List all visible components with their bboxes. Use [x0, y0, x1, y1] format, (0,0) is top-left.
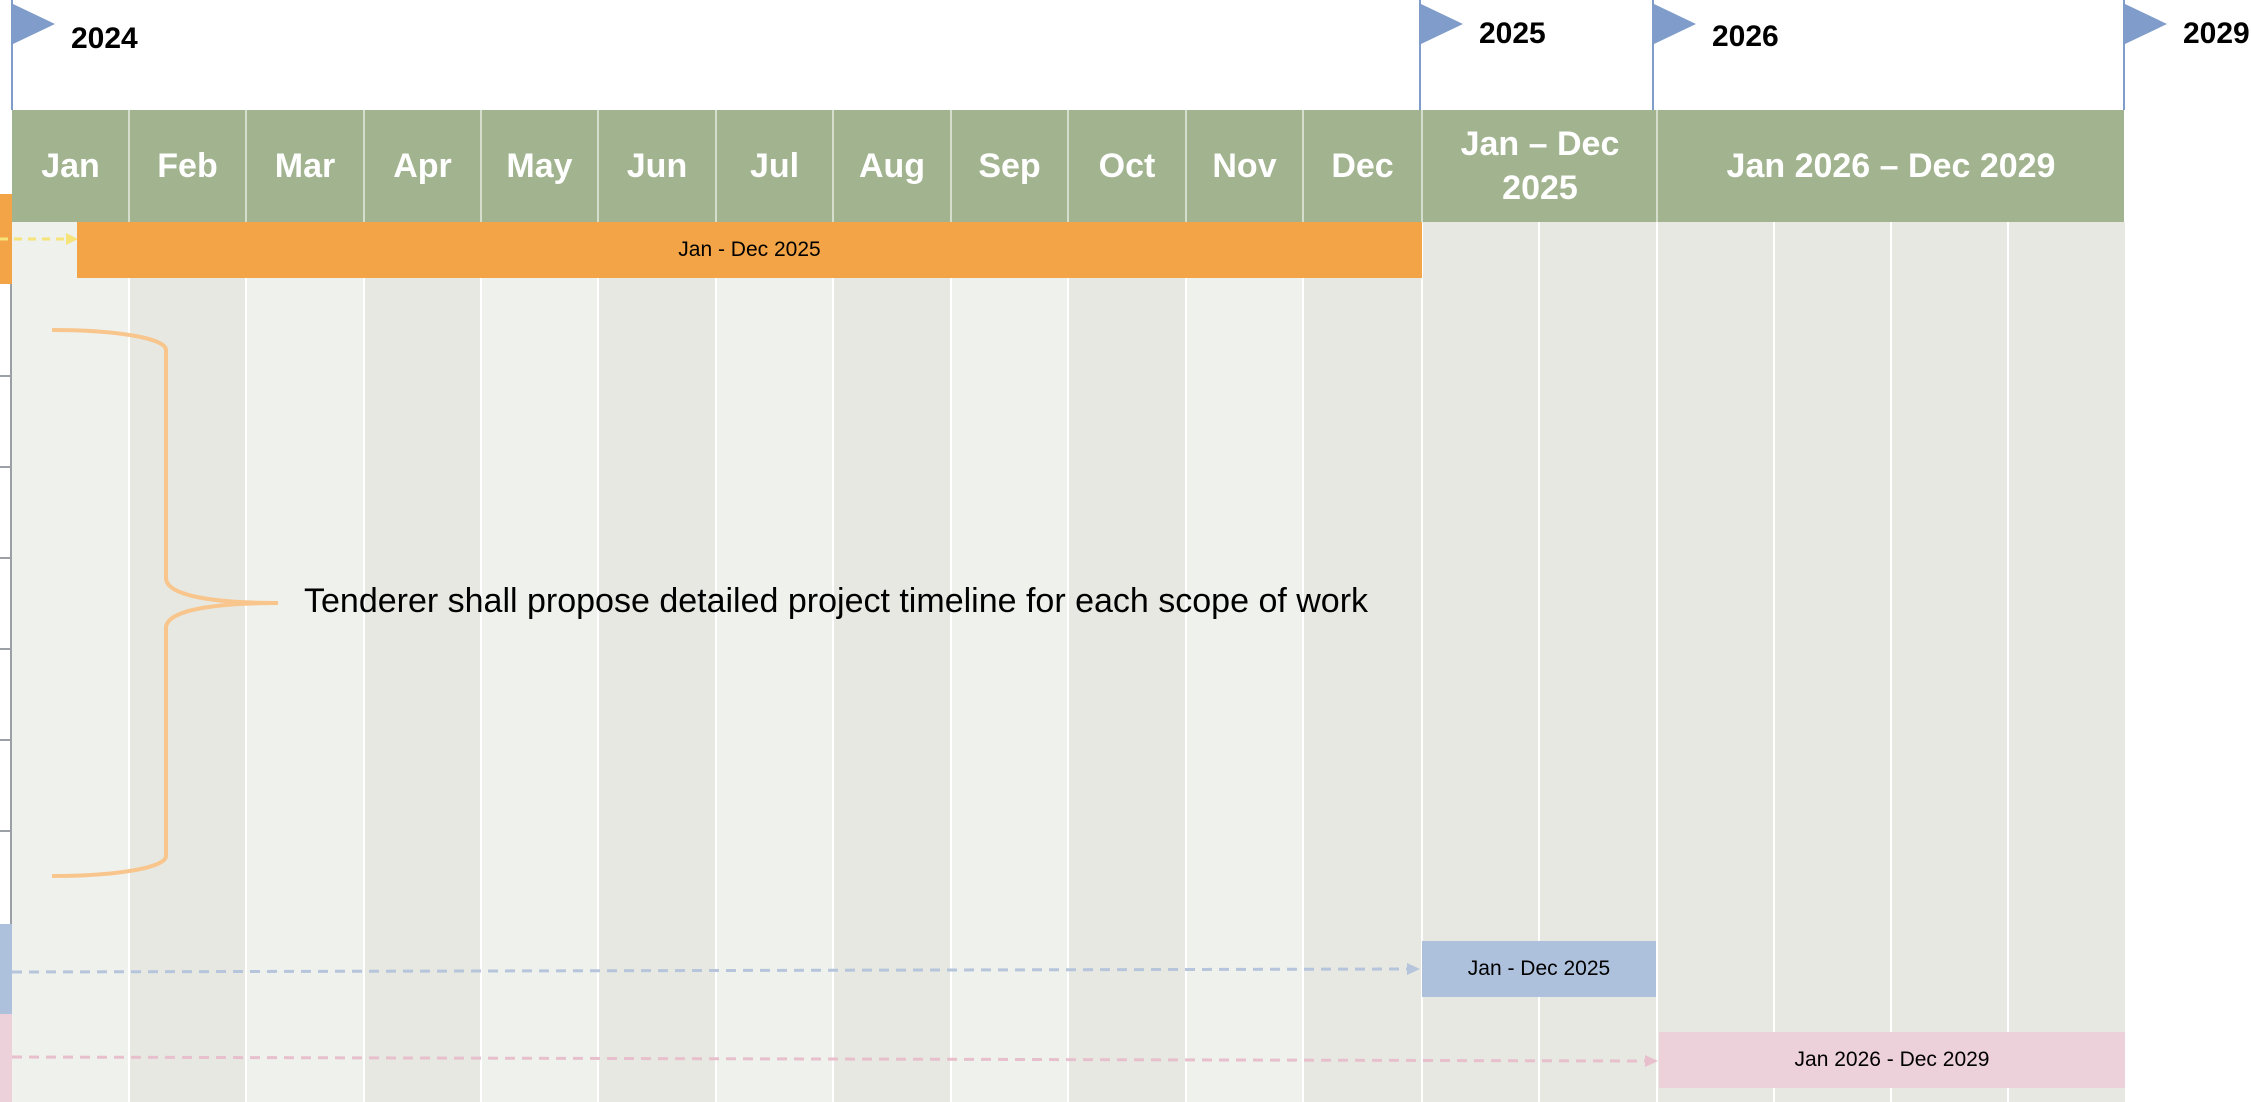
arrow-head-icon	[1645, 1055, 1658, 1067]
task-bar-2[interactable]: Jan - Dec 2025	[1422, 941, 1656, 997]
connectors-layer	[0, 233, 1658, 1067]
task-bar-1[interactable]: Jan - Dec 2025	[77, 222, 1422, 278]
arrow-head-icon	[1407, 963, 1420, 975]
task-bar-3[interactable]: Jan 2026 - Dec 2029	[1659, 1032, 2125, 1088]
task-bar-1-label: Jan - Dec 2025	[678, 238, 821, 261]
task-bar-3-label: Jan 2026 - Dec 2029	[1794, 1048, 1990, 1071]
connector-task-2	[11, 967, 1408, 974]
brace-icon	[51, 328, 279, 878]
task-bar-2-label: Jan - Dec 2025	[1467, 957, 1611, 980]
connector-task-3	[11, 1055, 1646, 1063]
annotation-text: Tenderer shall propose detailed project …	[304, 582, 1369, 620]
